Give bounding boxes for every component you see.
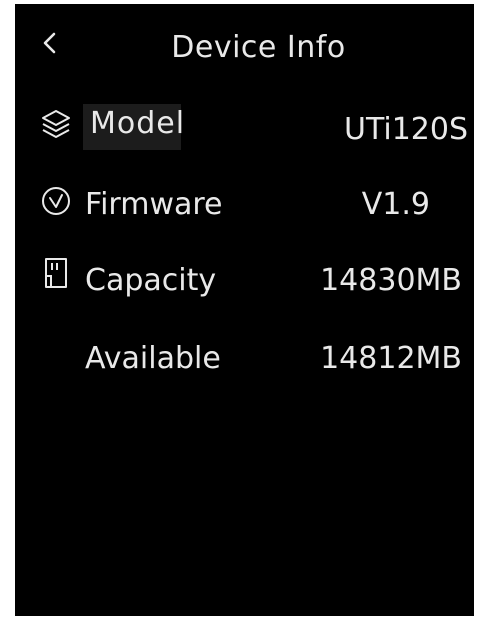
available-label[interactable]: Available	[85, 340, 221, 378]
device-info-screen: Device Info Model UTi120S Firmware V1.9 …	[15, 4, 474, 616]
available-value: 14812MB	[320, 341, 462, 376]
check-circle-icon	[39, 184, 73, 218]
firmware-value: V1.9	[361, 187, 430, 222]
capacity-label[interactable]: Capacity	[85, 262, 216, 300]
page-title: Device Info	[171, 30, 346, 65]
capacity-value: 14830MB	[320, 263, 462, 298]
model-label[interactable]: Model	[90, 105, 185, 143]
sd-card-icon	[39, 256, 73, 290]
firmware-label[interactable]: Firmware	[85, 186, 223, 224]
model-value: UTi120S	[344, 112, 468, 147]
layers-icon	[39, 107, 73, 141]
